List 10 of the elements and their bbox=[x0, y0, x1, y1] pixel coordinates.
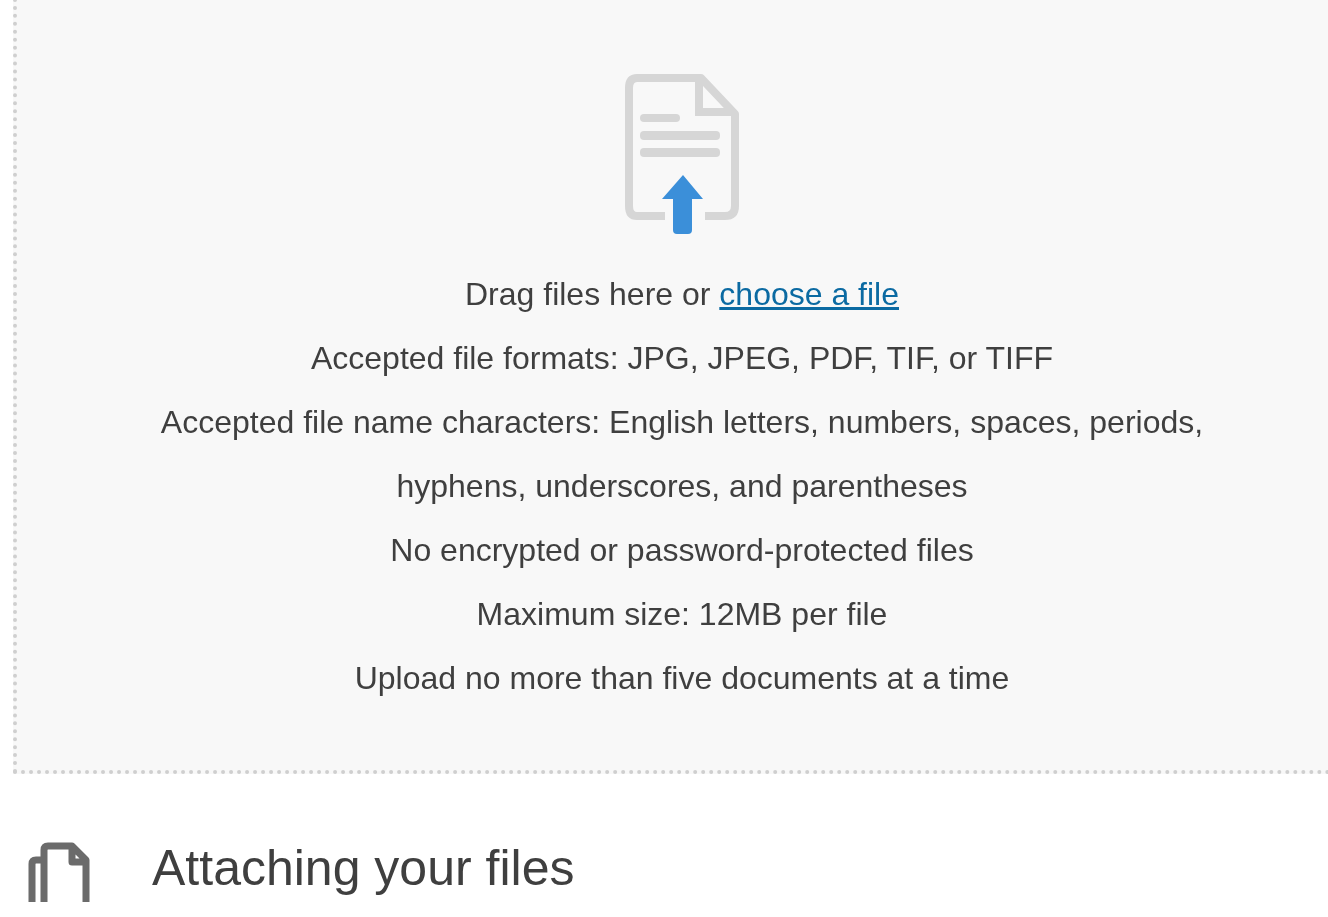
upload-rule: No encrypted or password-protected files bbox=[390, 531, 974, 570]
section-heading: Attaching your files bbox=[152, 840, 575, 896]
documents-icon bbox=[28, 842, 90, 902]
upload-rule: Maximum size: 12MB per file bbox=[476, 595, 888, 634]
choose-file-link[interactable]: choose a file bbox=[719, 276, 899, 312]
upload-rule: Accepted file formats: JPG, JPEG, PDF, TIF, or TIFF bbox=[310, 339, 1054, 378]
upload-rule: Upload no more than five documents at a time bbox=[354, 659, 1010, 698]
drop-prompt: Drag files here or choose a file bbox=[465, 275, 899, 314]
drop-zone[interactable] bbox=[13, 0, 1328, 774]
upload-rule: Accepted file name characters: English letters, numbers, spaces, periods, hyphens, underscores, and parentheses bbox=[159, 403, 1205, 506]
